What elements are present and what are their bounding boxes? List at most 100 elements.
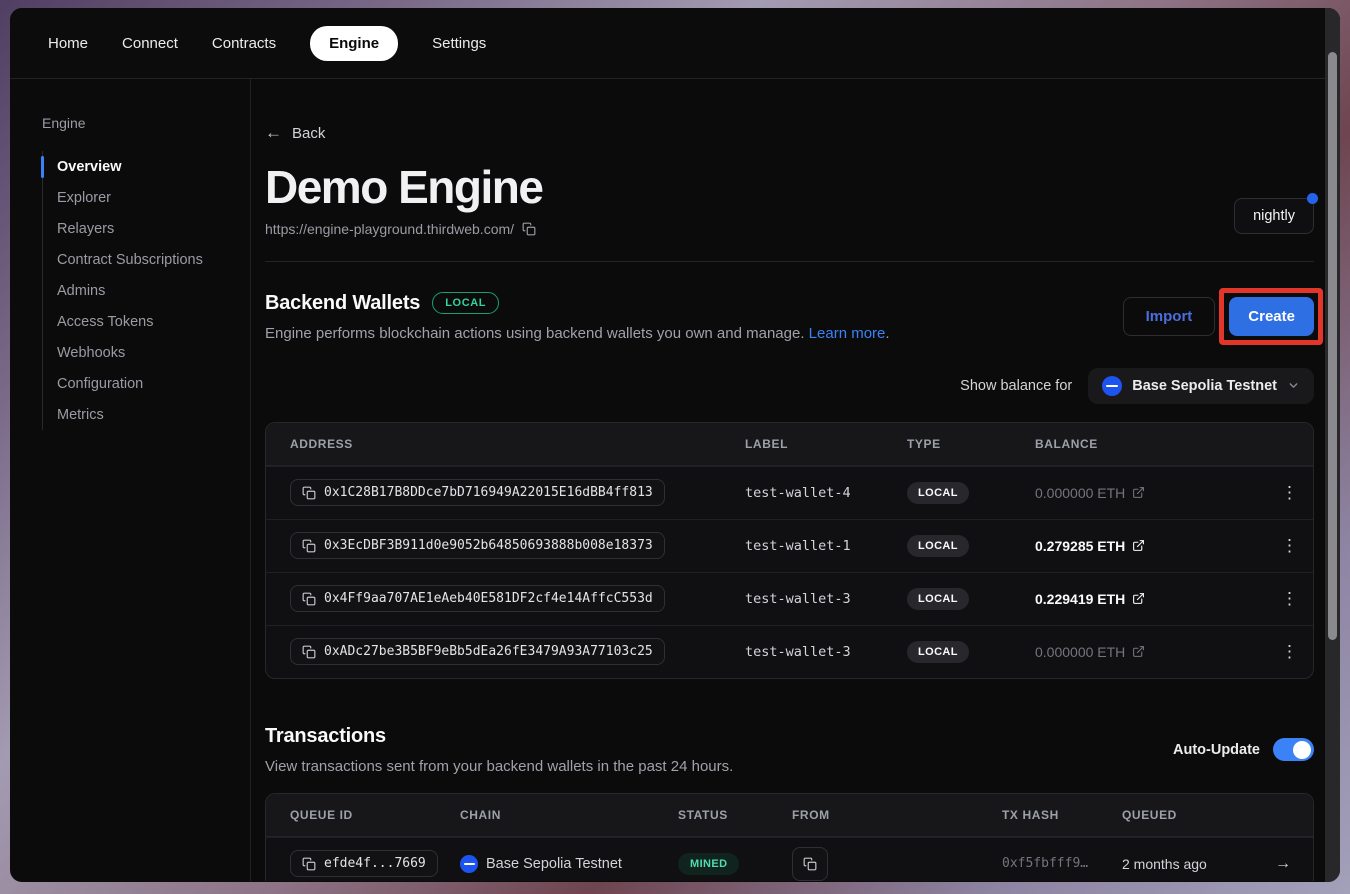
col-chain: CHAIN [460, 807, 501, 822]
wallet-row: 0x1C28B17B8DDce7bD716949A22015E16dBB4ff8… [266, 465, 1313, 519]
nav-item-home[interactable]: Home [48, 35, 88, 52]
backend-wallets-description: Engine performs blockchain actions using… [265, 324, 890, 342]
row-menu-button[interactable]: ⋮ [1281, 590, 1298, 607]
col-queued: QUEUED [1122, 807, 1177, 822]
copy-icon [302, 857, 316, 871]
sidebar-item-relayers[interactable]: Relayers [43, 215, 250, 243]
sidebar-title: Engine [42, 115, 86, 131]
app-window: Home Connect Contracts Engine Settings E… [10, 8, 1340, 882]
wallet-type-badge: LOCAL [907, 587, 969, 610]
copy-icon [302, 486, 316, 500]
wallet-balance: 0.000000 ETH [1035, 485, 1145, 501]
wallet-label: test-wallet-1 [745, 537, 851, 554]
wallet-balance: 0.279285 ETH [1035, 538, 1145, 554]
row-menu-button[interactable]: ⋮ [1281, 643, 1298, 660]
nav-item-engine[interactable]: Engine [310, 25, 399, 61]
backend-wallets-section: Backend Wallets LOCAL Engine performs bl… [265, 288, 1323, 679]
sidebar-item-access-tokens[interactable]: Access Tokens [43, 308, 250, 336]
back-label: Back [292, 124, 326, 142]
chain-selector-value: Base Sepolia Testnet [1132, 377, 1277, 394]
status-badge: MINED [678, 852, 740, 875]
wallet-address-pill[interactable]: 0xADc27be3B5BF9eBb5dEa26fE3479A93A77103c… [290, 638, 665, 666]
chain-selector[interactable]: Base Sepolia Testnet [1088, 367, 1314, 404]
row-menu-button[interactable]: ⋮ [1281, 484, 1298, 501]
wallet-address: 0xADc27be3B5BF9eBb5dEa26fE3479A93A77103c… [324, 644, 653, 660]
learn-more-link[interactable]: Learn more [809, 325, 886, 342]
queue-id: efde4f...7669 [324, 856, 426, 872]
wallet-address-pill[interactable]: 0x1C28B17B8DDce7bD716949A22015E16dBB4ff8… [290, 479, 665, 507]
wallet-label: test-wallet-4 [745, 484, 851, 501]
transactions-table: QUEUE ID CHAIN STATUS FROM TX HASH QUEUE… [265, 792, 1314, 881]
copy-url-button[interactable] [522, 222, 536, 236]
wallet-type-badge: LOCAL [907, 640, 969, 663]
wallet-type-badge: LOCAL [907, 534, 969, 557]
show-balance-label: Show balance for [960, 377, 1073, 394]
queued-time: 2 months ago [1122, 855, 1207, 872]
transactions-description: View transactions sent from your backend… [265, 757, 734, 775]
transactions-table-header: QUEUE ID CHAIN STATUS FROM TX HASH QUEUE… [266, 793, 1313, 837]
sidebar-item-configuration[interactable]: Configuration [43, 370, 250, 398]
wallet-address-pill[interactable]: 0x3EcDBF3B911d0e9052b64850693888b008e183… [290, 532, 665, 560]
nav-item-connect[interactable]: Connect [122, 35, 178, 52]
auto-update-label: Auto-Update [1173, 741, 1260, 758]
wallet-type-badge: LOCAL [907, 481, 969, 504]
col-tx-hash: TX HASH [1002, 807, 1059, 822]
copy-icon [302, 645, 316, 659]
col-queue-id: QUEUE ID [290, 807, 353, 822]
sidebar-item-explorer[interactable]: Explorer [43, 184, 250, 212]
arrow-right-icon[interactable]: → [1275, 855, 1291, 873]
version-badge-button[interactable]: nightly [1234, 198, 1314, 234]
chain-name: Base Sepolia Testnet [486, 855, 622, 872]
copy-icon [803, 857, 817, 871]
sidebar-item-webhooks[interactable]: Webhooks [43, 339, 250, 367]
engine-url: https://engine-playground.thirdweb.com/ [265, 220, 515, 237]
col-type: TYPE [907, 436, 941, 451]
wallet-address: 0x3EcDBF3B911d0e9052b64850693888b008e183… [324, 538, 653, 554]
page-title: Demo Engine [265, 161, 544, 213]
col-label: LABEL [745, 436, 788, 451]
wallet-address-pill[interactable]: 0x4Ff9aa707AE1eAeb40E581DF2cf4e14AffcC55… [290, 585, 665, 613]
nav-item-settings[interactable]: Settings [432, 35, 486, 52]
col-address: ADDRESS [290, 436, 353, 451]
external-link-icon[interactable] [1132, 592, 1145, 605]
auto-update-toggle[interactable] [1273, 738, 1314, 762]
import-button[interactable]: Import [1122, 297, 1216, 337]
wallet-balance: 0.000000 ETH [1035, 644, 1145, 660]
queue-id-pill[interactable]: efde4f...7669 [290, 850, 438, 878]
from-address-pill[interactable] [792, 846, 828, 881]
sidebar: Engine Overview Explorer Relayers Contra… [10, 79, 251, 881]
base-chain-icon [460, 854, 478, 873]
sidebar-nav: Overview Explorer Relayers Contract Subs… [41, 151, 250, 430]
transaction-row[interactable]: efde4f...7669 Base Sepolia Testnet MINED [266, 836, 1313, 881]
transactions-title: Transactions [265, 724, 386, 747]
chevron-down-icon [1287, 379, 1300, 392]
wallet-label: test-wallet-3 [745, 590, 851, 607]
local-badge: LOCAL [432, 292, 500, 315]
create-button[interactable]: Create [1229, 297, 1314, 337]
external-link-icon[interactable] [1132, 486, 1145, 499]
wallet-label: test-wallet-3 [745, 643, 851, 660]
arrow-left-icon: ← [265, 123, 282, 142]
wallet-row: 0x3EcDBF3B911d0e9052b64850693888b008e183… [266, 518, 1313, 572]
external-link-icon[interactable] [1132, 645, 1145, 658]
col-from: FROM [792, 807, 830, 822]
wallet-address: 0x4Ff9aa707AE1eAeb40E581DF2cf4e14AffcC55… [324, 591, 653, 607]
back-link[interactable]: ← Back [265, 123, 325, 143]
notification-dot [1307, 193, 1318, 204]
external-link-icon[interactable] [1132, 539, 1145, 552]
wallet-balance: 0.229419 ETH [1035, 591, 1145, 607]
tx-hash: 0xf5fbfff9… [1002, 856, 1089, 872]
transactions-section: Transactions View transactions sent from… [265, 725, 1314, 881]
col-status: STATUS [678, 807, 728, 822]
wallet-row: 0x4Ff9aa707AE1eAeb40E581DF2cf4e14AffcC55… [266, 571, 1313, 625]
backend-wallets-title: Backend Wallets [265, 291, 421, 314]
wallets-table: ADDRESS LABEL TYPE BALANCE 0x1C28B17B8DD… [265, 421, 1314, 679]
sidebar-item-contract-subscriptions[interactable]: Contract Subscriptions [43, 246, 250, 274]
nav-item-contracts[interactable]: Contracts [212, 35, 276, 52]
scrollbar-thumb[interactable] [1328, 52, 1337, 640]
sidebar-item-overview[interactable]: Overview [41, 153, 250, 181]
sidebar-item-admins[interactable]: Admins [43, 277, 250, 305]
sidebar-item-metrics[interactable]: Metrics [43, 401, 250, 429]
copy-icon [302, 592, 316, 606]
row-menu-button[interactable]: ⋮ [1281, 537, 1298, 554]
